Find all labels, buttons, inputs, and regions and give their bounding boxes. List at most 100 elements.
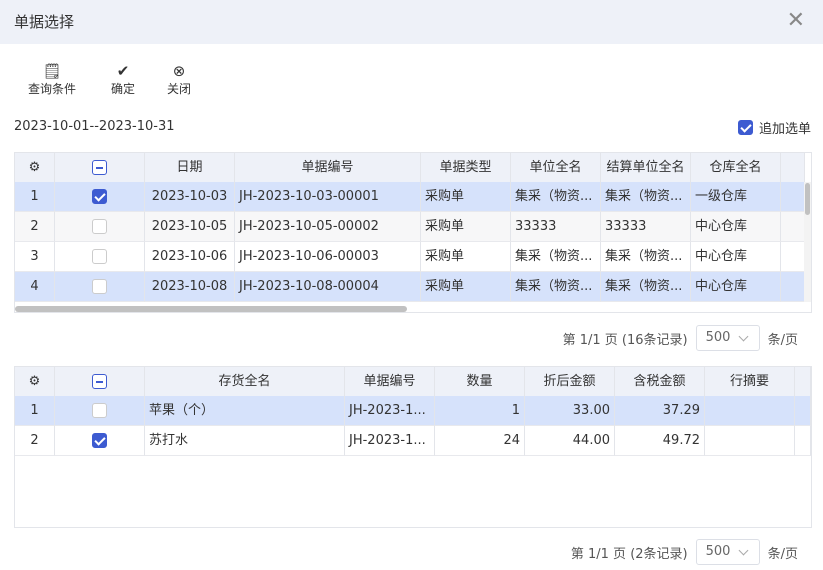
table-cell: JH-2023-1... [345,396,435,426]
row-number: 1 [15,396,55,426]
table-cell: 苹果（个） [145,396,345,426]
table-cell: JH-2023-1... [345,426,435,456]
close-button[interactable]: ⊗ 关闭 [167,62,191,97]
table-cell: 2023-10-08 [145,272,235,302]
bills-table: ⚙ 日期 单据编号 单据类型 单位全名 结算单位全名 仓库全名 1 2023-10-03 JH-2… [14,152,812,313]
header-filler [781,153,805,183]
check-icon: ✔ [116,62,130,80]
table-cell: 采购单 [421,182,511,212]
table-cell: 49.72 [615,426,705,456]
table-cell: 中心仓库 [691,272,781,302]
column-header[interactable]: 单据编号 [345,367,435,397]
table-cell: 2023-10-03 [145,182,235,212]
table-cell: 中心仓库 [691,242,781,272]
table-cell: 采购单 [421,272,511,302]
row-checkbox-cell[interactable] [55,182,145,212]
confirm-label: 确定 [111,82,136,96]
table-cell: 44.00 [525,426,615,456]
row-checkbox[interactable] [92,249,107,264]
row-checkbox[interactable] [92,433,107,448]
dialog-title: 单据选择 [14,13,75,31]
table-cell: 集采（物资... [601,182,691,212]
row-filler [781,242,805,272]
column-header[interactable]: 仓库全名 [691,153,781,183]
row-checkbox[interactable] [92,403,107,418]
table-cell: 33.00 [525,396,615,426]
dialog-header: 单据选择 ✕ [0,0,823,44]
table-cell: 采购单 [421,212,511,242]
select-all-checkbox[interactable] [55,367,145,397]
checkbox[interactable] [737,120,753,135]
table-cell: 集采（物资... [511,182,601,212]
row-number: 4 [15,272,55,302]
pager-unit: 条/页 [767,332,798,348]
table-cell [705,426,795,456]
table-cell: 1 [435,396,525,426]
column-header[interactable]: 单据类型 [421,153,511,183]
table-cell: 2023-10-05 [145,212,235,242]
pager-info: 第 1/1 页 (2条记录) [570,546,688,562]
table-row[interactable]: 2 苏打水 JH-2023-1... 24 44.00 49.72 [15,426,811,456]
row-checkbox[interactable] [92,189,107,204]
table-header: ⚙ 存货全名 单据编号 数量 折后金额 含税金额 行摘要 [15,367,811,397]
close-icon[interactable]: ✕ [787,8,805,33]
horizontal-scrollbar[interactable] [15,306,407,312]
table-cell: 采购单 [421,242,511,272]
page-size-select[interactable]: 500 [695,539,760,565]
column-header[interactable]: 单位全名 [511,153,601,183]
settings-gear-icon[interactable]: ⚙ [15,153,55,183]
settings-gear-icon[interactable]: ⚙ [15,367,55,397]
table-cell: 集采（物资... [511,242,601,272]
column-header[interactable]: 含税金额 [615,367,705,397]
column-header[interactable]: 单据编号 [235,153,421,183]
row-filler [781,212,805,242]
row-number: 2 [15,426,55,456]
table-row[interactable]: 4 2023-10-08 JH-2023-10-08-00004 采购单 集采（物资..… [15,272,805,302]
table-cell: JH-2023-10-06-00003 [235,242,421,272]
table-row[interactable]: 1 2023-10-03 JH-2023-10-03-00001 采购单 集采（物资..… [15,182,805,212]
table-row[interactable]: 1 苹果（个） JH-2023-1... 1 33.00 37.29 [15,396,811,426]
close-label: 关闭 [167,82,192,96]
checkbox-indeterminate[interactable] [92,374,107,389]
table-cell: 集采（物资... [601,272,691,302]
table-cell: 苏打水 [145,426,345,456]
checkbox-indeterminate[interactable] [92,160,107,175]
row-checkbox[interactable] [92,279,107,294]
vertical-scrollbar[interactable] [804,182,811,302]
page-size-select[interactable]: 500 [695,325,760,351]
column-header[interactable]: 存货全名 [145,367,345,397]
column-header[interactable]: 结算单位全名 [601,153,691,183]
row-number: 2 [15,212,55,242]
column-header[interactable]: 折后金额 [525,367,615,397]
table-cell: 24 [435,426,525,456]
scrollbar-thumb[interactable] [805,183,810,215]
row-checkbox-cell[interactable] [55,212,145,242]
table-cell: 一级仓库 [691,182,781,212]
items-table: ⚙ 存货全名 单据编号 数量 折后金额 含税金额 行摘要 1 苹果（个） JH-2023-1...… [14,366,812,528]
row-filler [795,426,811,456]
row-checkbox-cell[interactable] [55,272,145,302]
append-select-checkbox[interactable]: 追加选单 [737,118,811,137]
query-label: 查询条件 [28,82,77,96]
row-checkbox-cell[interactable] [55,426,145,456]
row-filler [795,396,811,426]
table-row[interactable]: 2 2023-10-05 JH-2023-10-05-00002 采购单 33333 33… [15,212,805,242]
column-header[interactable]: 数量 [435,367,525,397]
confirm-button[interactable]: ✔ 确定 [111,62,135,97]
row-checkbox-cell[interactable] [55,396,145,426]
select-all-checkbox[interactable] [55,153,145,183]
row-checkbox[interactable] [92,219,107,234]
table-cell: 33333 [511,212,601,242]
table-cell: 37.29 [615,396,705,426]
header-filler [795,367,811,397]
table-cell: JH-2023-10-05-00002 [235,212,421,242]
row-filler [781,272,805,302]
query-conditions-button[interactable]: 🗒 查询条件 [28,62,76,97]
column-header[interactable]: 日期 [145,153,235,183]
table-cell: 2023-10-06 [145,242,235,272]
table-row[interactable]: 3 2023-10-06 JH-2023-10-06-00003 采购单 集采（物资..… [15,242,805,272]
row-filler [781,182,805,212]
row-checkbox-cell[interactable] [55,242,145,272]
column-header[interactable]: 行摘要 [705,367,795,397]
table-cell: JH-2023-10-08-00004 [235,272,421,302]
